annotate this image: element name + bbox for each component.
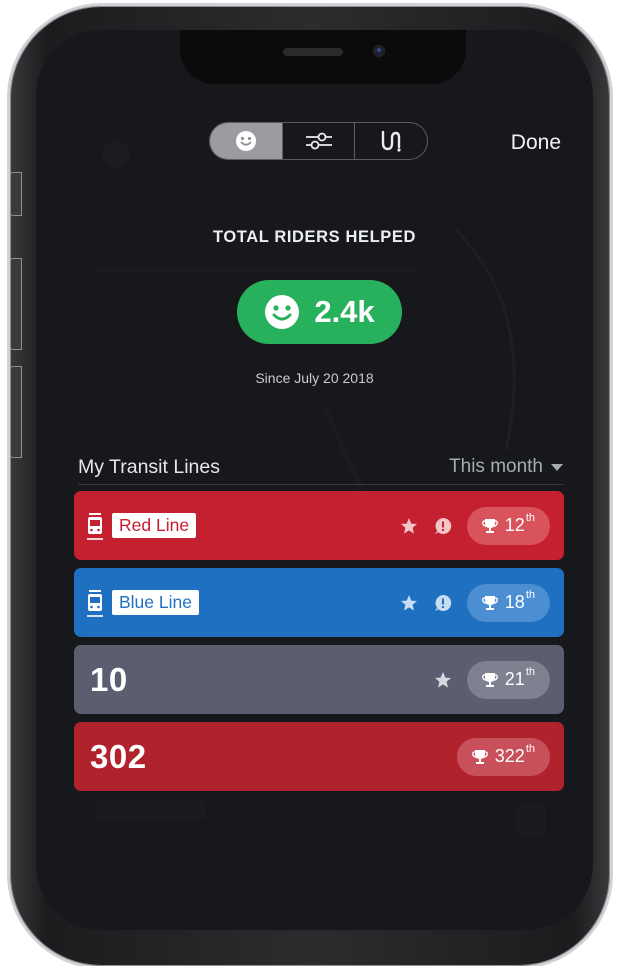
done-button[interactable]: Done bbox=[511, 131, 561, 155]
section-title: My Transit Lines bbox=[78, 455, 220, 478]
screen: Done TOTAL RIDERS HELPED 2.4k Since July… bbox=[36, 30, 593, 930]
rank-badge[interactable]: 18th bbox=[466, 583, 550, 622]
alert-icon[interactable] bbox=[433, 516, 453, 536]
route-icon bbox=[381, 130, 401, 152]
caret-down-icon bbox=[551, 463, 563, 471]
rank-number: 322 bbox=[494, 746, 525, 766]
smiley-icon bbox=[235, 131, 256, 151]
star-icon[interactable] bbox=[399, 516, 419, 536]
volume-up-button bbox=[10, 258, 22, 350]
line-name: Red Line bbox=[112, 513, 197, 538]
rank-badge[interactable]: 322th bbox=[456, 737, 550, 776]
volume-down-button bbox=[10, 366, 22, 458]
transit-line-row[interactable]: Red Line 12th bbox=[74, 491, 564, 560]
transit-line-row[interactable]: 10 21th bbox=[74, 645, 564, 714]
view-switcher bbox=[209, 122, 428, 160]
rank-number: 18 bbox=[504, 592, 525, 612]
sliders-icon bbox=[305, 132, 332, 150]
trophy-icon bbox=[481, 595, 498, 610]
trophy-icon bbox=[481, 672, 498, 687]
tram-icon bbox=[87, 589, 103, 617]
trophy-icon bbox=[481, 518, 498, 533]
period-dropdown[interactable]: This month bbox=[449, 456, 563, 478]
alert-icon[interactable] bbox=[433, 593, 453, 613]
route-number: 302 bbox=[90, 737, 147, 775]
speaker-grille bbox=[283, 48, 343, 56]
rank-badge[interactable]: 21th bbox=[466, 660, 550, 699]
rank-suffix: th bbox=[525, 512, 535, 524]
total-riders-title: TOTAL RIDERS HELPED bbox=[212, 228, 416, 246]
tab-settings[interactable] bbox=[281, 123, 355, 159]
line-name: Blue Line bbox=[112, 590, 199, 615]
period-label: This month bbox=[449, 456, 543, 477]
transit-line-row[interactable]: 302 322th bbox=[74, 722, 564, 791]
riders-count: 2.4k bbox=[314, 294, 375, 329]
rank-suffix: th bbox=[525, 743, 535, 755]
route-number: 10 bbox=[90, 660, 128, 698]
transit-line-row[interactable]: Blue Line 18th bbox=[74, 568, 564, 637]
section-header: My Transit Lines This month bbox=[78, 450, 563, 485]
rank-number: 12 bbox=[504, 515, 525, 535]
rank-badge[interactable]: 12th bbox=[466, 506, 550, 545]
star-icon[interactable] bbox=[399, 593, 419, 613]
riders-helped-badge: 2.4k bbox=[237, 280, 402, 344]
star-icon[interactable] bbox=[433, 670, 453, 690]
since-date: Since July 20 2018 bbox=[255, 370, 374, 386]
notch bbox=[180, 30, 466, 84]
smiley-icon bbox=[265, 295, 300, 329]
mute-switch bbox=[10, 172, 22, 216]
rank-number: 21 bbox=[504, 669, 525, 689]
rank-suffix: th bbox=[525, 589, 535, 601]
rank-suffix: th bbox=[525, 666, 535, 678]
tram-icon bbox=[87, 512, 103, 540]
camera-icon bbox=[373, 45, 385, 57]
tab-routes[interactable] bbox=[354, 123, 427, 159]
tab-riders[interactable] bbox=[210, 123, 282, 159]
trophy-icon bbox=[471, 749, 488, 764]
